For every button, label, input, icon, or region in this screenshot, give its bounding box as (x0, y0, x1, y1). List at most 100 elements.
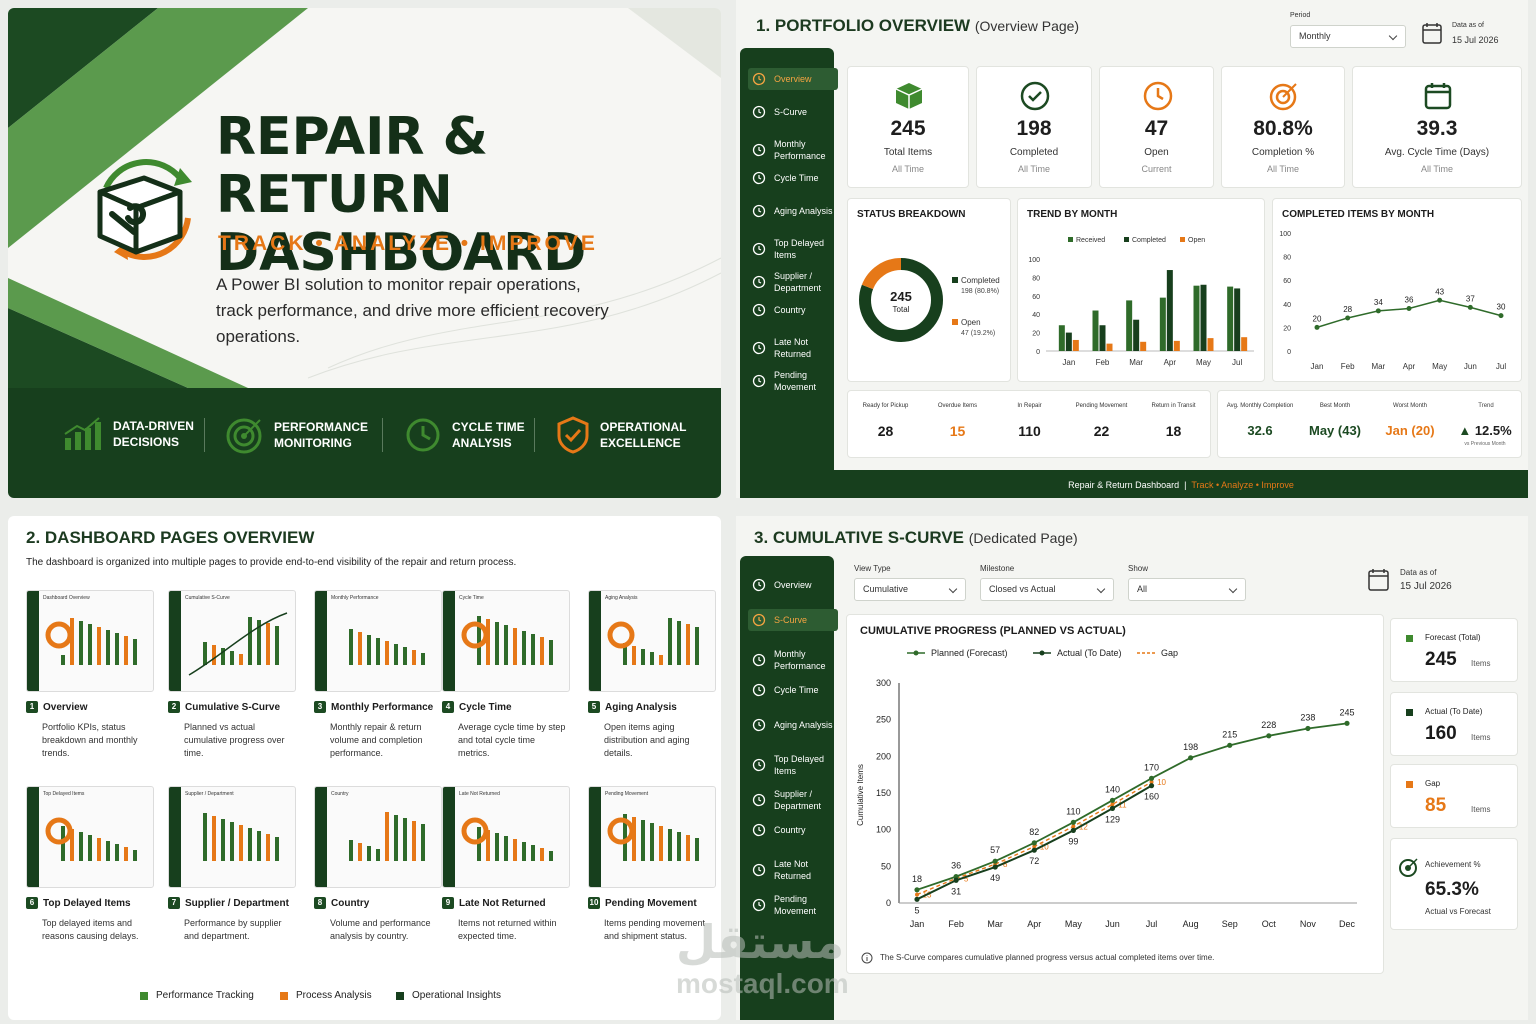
sidebar-item-top-delayed-items[interactable]: Top Delayed Items (748, 233, 838, 265)
x-tick-label: Mar (1371, 362, 1385, 371)
page-number-badge: 6 (26, 897, 38, 909)
strip-label: Ready for Pickup (862, 403, 909, 409)
page-thumbnail-7[interactable]: Supplier / Department (168, 786, 296, 888)
view-type-select[interactable]: Cumulative (854, 578, 966, 601)
page-thumbnail-1[interactable]: Dashboard Overview (26, 590, 154, 692)
sidebar-item-aging-analysis[interactable]: Aging Analysis (748, 714, 838, 736)
x-tick-label: Jun (1105, 919, 1120, 929)
feature-cycle-time: CYCLE TIME ANALYSIS (404, 416, 525, 454)
page-number-badge: 5 (588, 701, 600, 713)
kpi-value: 39.3 (1416, 117, 1458, 140)
page-name-4: 4 Cycle Time (442, 701, 512, 713)
kpi-card-5: 39.3 Avg. Cycle Time (Days) All Time (1352, 66, 1522, 188)
page-thumbnail-5[interactable]: Aging Analysis (588, 590, 716, 692)
sidebar-item-s-curve[interactable]: S-Curve (748, 101, 838, 123)
page-thumbnail-8[interactable]: Country (314, 786, 442, 888)
page-thumbnail-2[interactable]: Cumulative S-Curve (168, 590, 296, 692)
x-tick-label: Jul (1146, 919, 1158, 929)
sidebar-item-label: Country (774, 305, 806, 315)
magnifier-icon (752, 718, 766, 732)
sidebar-item-country[interactable]: Country (748, 299, 838, 321)
x-tick-label: Jan (910, 919, 925, 929)
strip-value: 22 (1093, 423, 1110, 439)
bar-completed (1099, 325, 1106, 351)
page-thumbnail-9[interactable]: Late Not Returned (442, 786, 570, 888)
sidebar-item-label: S-Curve (774, 107, 808, 117)
side-kpi-card-3: Gap 85 Items (1390, 764, 1518, 828)
thumbnail-preview (203, 813, 279, 861)
legend-swatch (140, 992, 148, 1000)
thumbnail-preview (45, 618, 137, 665)
milestone-select[interactable]: Closed vs Actual (980, 578, 1114, 601)
feature-performance: PERFORMANCE MONITORING (226, 416, 368, 454)
sidebar-item-label: Supplier / Department (774, 789, 822, 811)
sidebar-item-pending-movement[interactable]: Pending Movement (748, 365, 838, 397)
legend-label: Process Analysis (296, 990, 372, 1001)
clock-icon (752, 171, 766, 185)
thumbnail-sidebar (169, 591, 181, 691)
kpi-card-1: 245 Total Items All Time (847, 66, 969, 188)
return-icon (752, 863, 766, 877)
actual-label: 129 (1105, 814, 1120, 824)
trend-kpi-label: Trend (1478, 403, 1494, 409)
kpi-sub: All Time (1017, 164, 1050, 174)
sidebar-item-supplier-department[interactable]: Supplier / Department (748, 784, 838, 816)
target-icon (1399, 858, 1418, 877)
sidebar-item-late-not-returned[interactable]: Late Not Returned (748, 332, 838, 364)
page-thumbnail-4[interactable]: Cycle Time (442, 590, 570, 692)
x-tick-label: Apr (1027, 919, 1041, 929)
side-kpi-label: Forecast (Total) (1425, 633, 1481, 642)
sidebar-item-country[interactable]: Country (748, 819, 838, 841)
bar-received (1092, 310, 1099, 351)
sidebar-item-supplier-department[interactable]: Supplier / Department (748, 266, 838, 298)
page-description: Top delayed items and reasons causing de… (42, 918, 139, 941)
data-label: 28 (1343, 305, 1352, 314)
planned-label: 228 (1261, 720, 1276, 730)
calendar-icon (1368, 569, 1389, 591)
side-kpi-label: Actual (To Date) (1425, 707, 1483, 716)
watermark-arabic: مستقل (676, 915, 845, 969)
legend-label: Performance Tracking (156, 990, 254, 1001)
sidebar-item-cycle-time[interactable]: Cycle Time (748, 167, 838, 189)
bar-received (1193, 285, 1200, 351)
x-tick-label: May (1196, 358, 1211, 367)
page-thumbnail-3[interactable]: Monthly Performance (314, 590, 442, 692)
sidebar-item-top-delayed-items[interactable]: Top Delayed Items (748, 749, 838, 781)
thumbnail-sidebar (169, 787, 181, 887)
legend-swatch-open (952, 319, 958, 325)
show-select[interactable]: All (1128, 578, 1246, 601)
divider (382, 418, 383, 452)
y-axis-label: Cumulative Items (856, 764, 865, 826)
data-label: 34 (1374, 298, 1383, 307)
magnifier-icon (752, 204, 766, 218)
sidebar-item-cycle-time[interactable]: Cycle Time (748, 679, 838, 701)
actual-label: 31 (951, 886, 961, 896)
sidebar-item-late-not-returned[interactable]: Late Not Returned (748, 854, 838, 886)
achievement-value: 65.3% (1425, 879, 1479, 900)
sidebar-item-overview[interactable]: Overview (748, 574, 838, 596)
sidebar-item-label: Pending Movement (774, 894, 817, 916)
feature-4-line2: EXCELLENCE (600, 436, 681, 450)
sidebar-item-monthly-performance[interactable]: Monthly Performance (748, 644, 838, 676)
target-icon (226, 418, 262, 454)
sidebar-item-overview[interactable]: Overview (748, 68, 838, 90)
trend-by-month-card: TREND BY MONTH 0 20 40 60 80 100 Jan Feb Mar Apr M… (1017, 198, 1265, 382)
completed-items-card: COMPLETED ITEMS BY MONTH 0 20 40 60 80 100 20 J… (1272, 198, 1522, 382)
sidebar-item-s-curve[interactable]: S-Curve (748, 609, 838, 631)
legend-swatch-completed (952, 277, 958, 283)
legend-marker (1039, 650, 1045, 656)
sidebar-item-monthly-performance[interactable]: Monthly Performance (748, 134, 838, 166)
feature-1-line2: DECISIONS (113, 435, 180, 449)
period-select[interactable]: Monthly (1290, 25, 1406, 48)
legend-completed-label: Completed (961, 276, 1000, 285)
sidebar-item-aging-analysis[interactable]: Aging Analysis (748, 200, 838, 222)
legend-swatch (396, 992, 404, 1000)
x-tick-label: Feb (1096, 358, 1110, 367)
planned-label: 140 (1105, 784, 1120, 794)
page-thumbnail-6[interactable]: Top Delayed Items (26, 786, 154, 888)
thumbnail-sidebar (443, 591, 455, 691)
page-thumbnail-10[interactable]: Pending Movement (588, 786, 716, 888)
data-point (1375, 308, 1381, 314)
side-kpi-label: Gap (1425, 779, 1441, 788)
legend-completed-detail: 198 (80.8%) (961, 288, 1000, 295)
